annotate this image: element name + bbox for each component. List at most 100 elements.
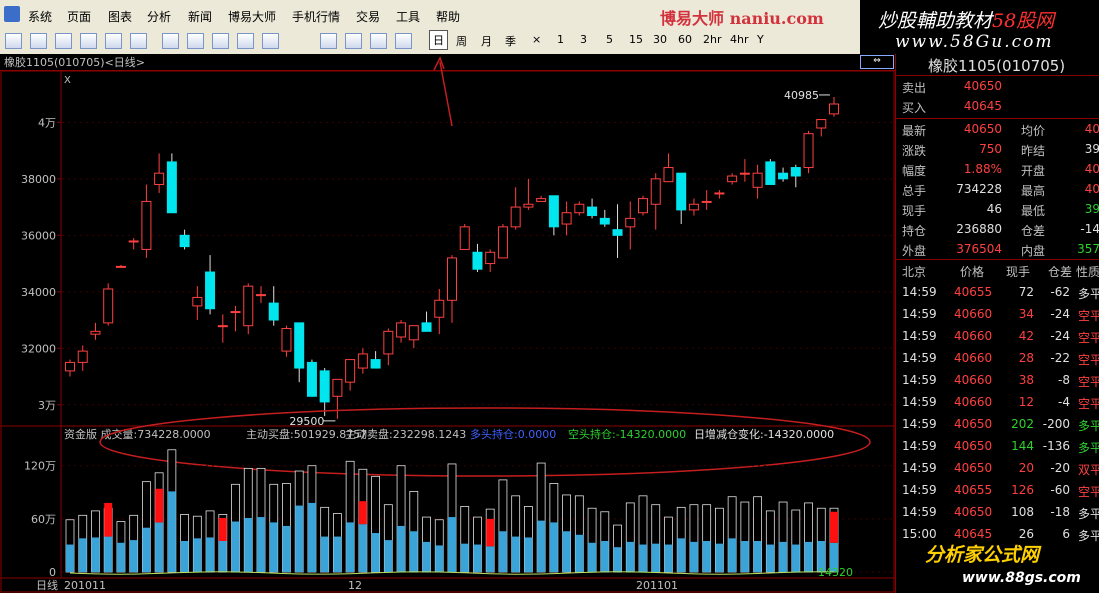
candle xyxy=(345,359,356,391)
candle-body-up xyxy=(638,198,648,214)
candle-body-up xyxy=(77,350,88,363)
candle xyxy=(115,264,126,268)
candle-body-up xyxy=(192,296,203,307)
volume-buy-bar xyxy=(689,541,698,572)
candle xyxy=(370,351,381,369)
candle xyxy=(829,96,839,117)
tick-price: 40650 xyxy=(954,461,993,475)
quote-stat-row: 涨跌 750 昨结 39 xyxy=(896,140,1099,160)
kline-chart[interactable]: X 4万 38000 36000 34000 32000 3万 40985 29500 资金版 成… xyxy=(0,0,895,593)
volume-sell-bar xyxy=(155,488,164,523)
tick-diff: 6 xyxy=(1062,527,1070,541)
tick-time: 14:59 xyxy=(902,483,937,497)
tick-diff: -8 xyxy=(1058,373,1070,387)
tick-price: 40660 xyxy=(954,329,993,343)
tick-row: 14:59 40650 202 -200 多平 xyxy=(896,414,1099,436)
candle xyxy=(587,198,598,219)
volume-buy-bar xyxy=(180,541,189,572)
candle-body-up xyxy=(574,203,585,214)
tick-time: 14:59 xyxy=(902,505,937,519)
candle xyxy=(701,190,712,210)
volume-buy-bar xyxy=(409,531,418,572)
volume-buy-bar xyxy=(358,524,367,572)
candle xyxy=(103,283,114,326)
volume-end-label: 14320 xyxy=(818,566,853,579)
candle-body-up xyxy=(243,285,254,327)
candle-body-up xyxy=(688,203,699,211)
volume-buy-bar xyxy=(575,534,584,572)
ticks-header-cell: 价格 xyxy=(960,265,985,279)
stat-value: 376504 xyxy=(956,242,1002,256)
tick-volume: 42 xyxy=(1018,329,1034,343)
tick-type: 多平 xyxy=(1078,287,1099,301)
candle-body-up xyxy=(103,288,114,324)
stat-label: 总手 xyxy=(902,184,927,198)
candle-body-up xyxy=(701,200,712,203)
volume-sell-bar xyxy=(358,501,367,525)
tick-price: 40650 xyxy=(954,439,993,453)
candle-body-down xyxy=(205,271,216,310)
tick-time: 15:00 xyxy=(902,527,937,541)
volume-buy-bar xyxy=(320,536,329,572)
candle-body-down xyxy=(319,370,330,403)
indicator-header-item: 主动卖盘:232298.1243 xyxy=(345,427,466,441)
candle xyxy=(192,286,203,321)
volume-buy-bar xyxy=(613,547,622,572)
volume-buy-bar xyxy=(588,542,597,572)
tick-row: 14:59 40660 38 -8 空平 xyxy=(896,370,1099,392)
tick-diff: -4 xyxy=(1058,395,1070,409)
volume-buy-bar xyxy=(498,531,507,572)
volume-buy-bar xyxy=(537,520,546,572)
candle xyxy=(421,311,432,332)
candle xyxy=(281,325,292,357)
candle xyxy=(688,198,699,216)
candle xyxy=(765,159,776,185)
quote-label: 卖出 xyxy=(902,81,927,95)
candle-body-down xyxy=(472,251,483,270)
brand-title-main: 炒股輔助教材 xyxy=(878,10,993,32)
volume-buy-bar xyxy=(473,544,482,572)
stat-value: 750 xyxy=(979,142,1002,156)
candle-body-up xyxy=(65,361,75,372)
volume-buy-bar xyxy=(511,536,520,572)
candle-body-up xyxy=(497,226,508,259)
site-logo-url: www.88gs.com xyxy=(962,570,1081,586)
candle-body-up xyxy=(383,330,394,355)
quote-sell-row: 卖出 40650 xyxy=(896,77,1099,97)
candle-body-up xyxy=(663,167,674,183)
candle-body-up xyxy=(115,265,126,268)
candle-body-up xyxy=(536,198,547,202)
candle-body-up xyxy=(752,172,763,188)
candle xyxy=(485,249,496,273)
volume-buy-bar xyxy=(422,541,431,572)
tick-volume: 34 xyxy=(1018,307,1034,321)
candle-body-up xyxy=(154,172,165,185)
quote-stat-row: 持仓 236880 仓差 -14 xyxy=(896,220,1099,240)
candle-body-down xyxy=(268,302,279,321)
ticks-header-cell: 仓差 xyxy=(1048,265,1073,279)
stat-value-2: 39 xyxy=(1084,202,1099,216)
candle xyxy=(459,224,470,250)
candle xyxy=(396,320,407,343)
candle-body-up xyxy=(396,322,407,338)
candle xyxy=(90,322,101,340)
stat-label: 幅度 xyxy=(902,164,927,178)
date-axis-label: 201101 xyxy=(636,579,678,592)
candle-body-up xyxy=(625,217,636,228)
candle-body-up xyxy=(510,206,521,228)
tick-type: 空平 xyxy=(1078,397,1099,411)
price-axis-label: 38000 xyxy=(21,173,56,186)
tick-type: 多平 xyxy=(1078,419,1099,433)
candle xyxy=(727,173,738,185)
quote-stat-row: 外盘 376504 内盘 357 xyxy=(896,240,1099,260)
quote-separator xyxy=(896,75,1099,76)
stat-value: 236880 xyxy=(956,222,1002,236)
tick-row: 14:59 40655 126 -60 空平 xyxy=(896,480,1099,502)
tick-price: 40660 xyxy=(954,373,993,387)
tick-type: 空平 xyxy=(1078,485,1099,499)
volume-buy-bar xyxy=(460,543,469,572)
candle-body-down xyxy=(306,361,317,397)
tick-volume: 126 xyxy=(1011,483,1034,497)
volume-buy-bar xyxy=(307,502,316,572)
tick-time: 14:59 xyxy=(902,285,937,299)
